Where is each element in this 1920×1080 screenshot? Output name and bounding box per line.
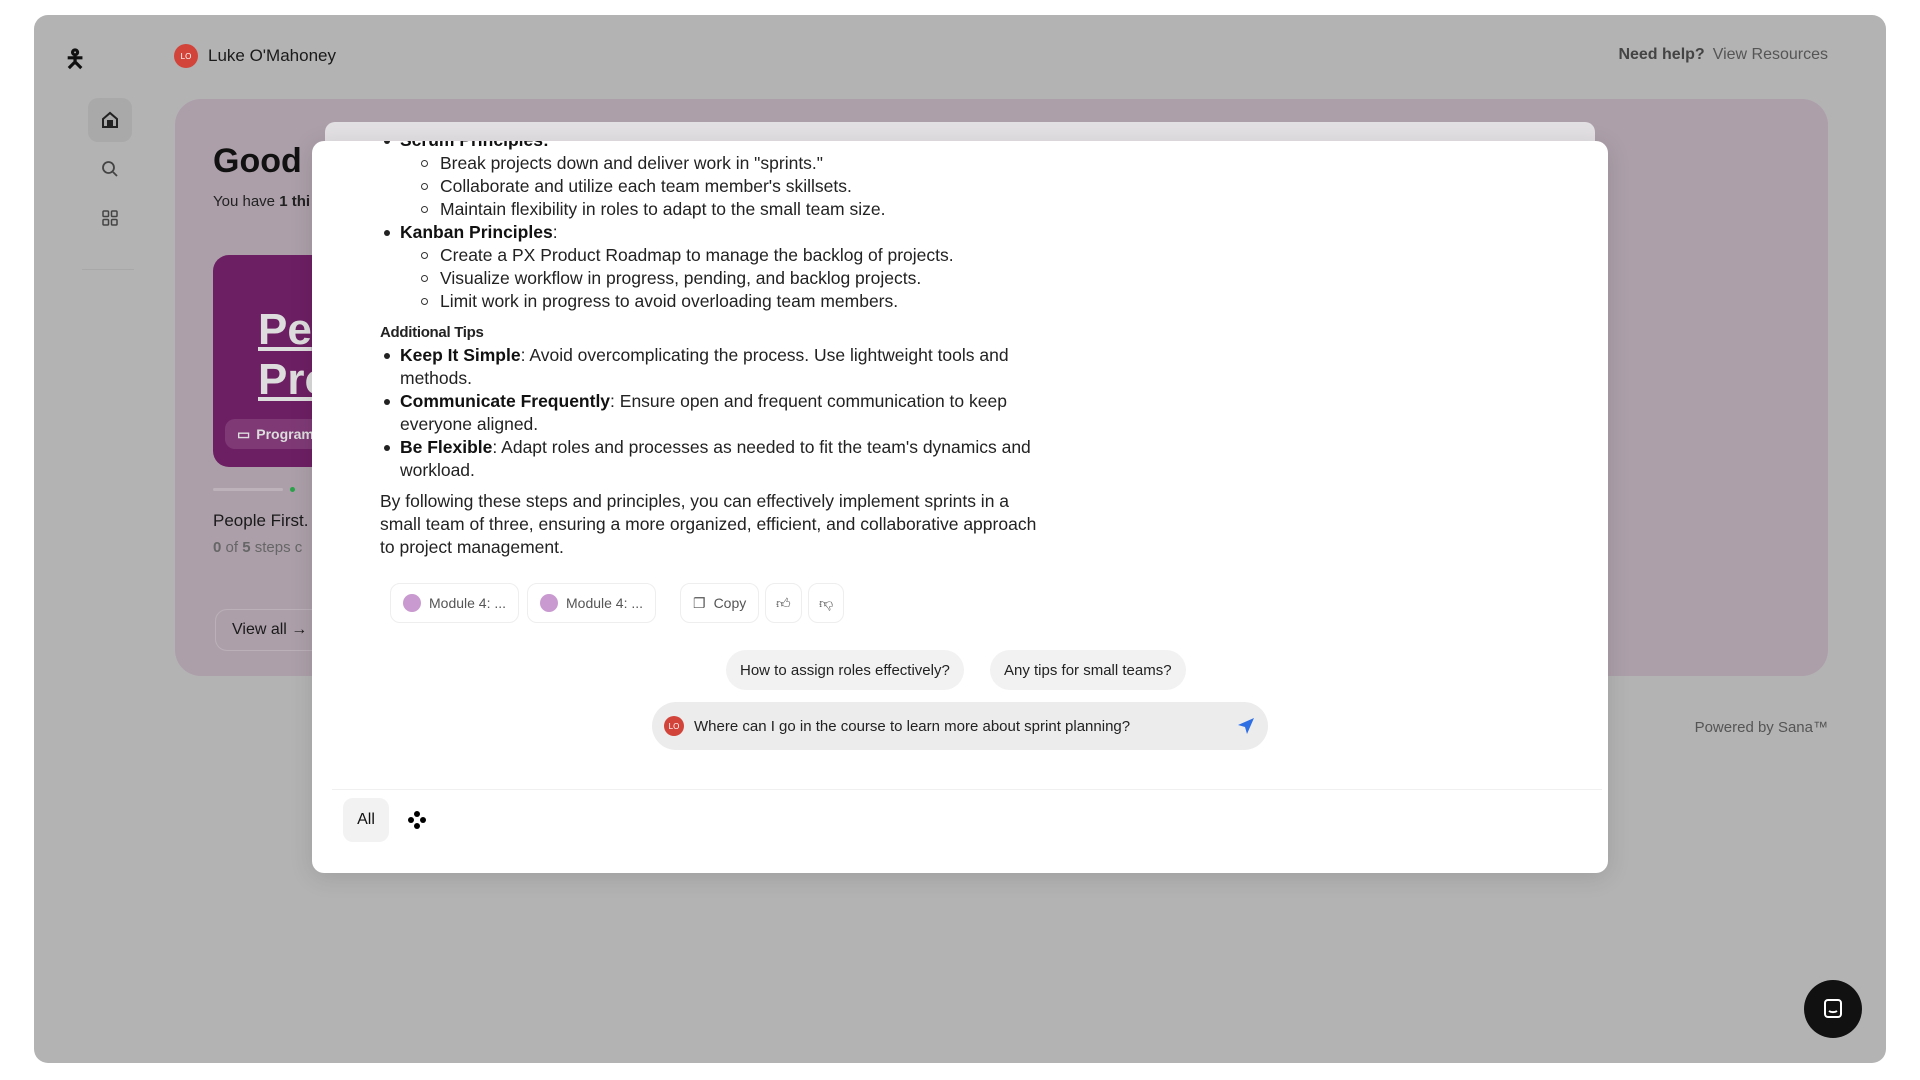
user-profile[interactable]: LO Luke O'Mahoney (174, 44, 336, 68)
avatar: LO (174, 44, 198, 68)
assistant-chat-modal: Scrum Principles: Break projects down an… (312, 141, 1608, 873)
carousel-progress (213, 488, 283, 491)
conclusion: By following these steps and principles,… (380, 491, 1037, 557)
calendar-icon: ▭ (237, 425, 251, 442)
sidebar-item-search[interactable] (88, 147, 132, 191)
sidebar-item-home[interactable] (88, 98, 132, 142)
search-icon (102, 161, 118, 177)
suggestion-chip[interactable]: How to assign roles effectively? (726, 650, 964, 690)
source-chip[interactable]: Module 4: ... (390, 583, 520, 623)
sidebar-item-catalog[interactable] (88, 196, 132, 240)
thumbs-down-button[interactable]: 👎︎ (808, 583, 845, 623)
carousel-dot[interactable] (290, 487, 295, 492)
send-icon[interactable] (1236, 716, 1256, 736)
logo-icon[interactable]: 🯅 (63, 42, 87, 73)
assistant-response: Scrum Principles: Break projects down an… (380, 141, 1040, 559)
divider (332, 789, 1602, 790)
module-icon (403, 594, 421, 612)
sidebar-divider (82, 269, 134, 270)
source-chip[interactable]: Module 4: ... (527, 583, 657, 623)
view-all-button[interactable]: View all → (215, 609, 325, 651)
sparkle-icon[interactable] (407, 810, 427, 830)
chat-input-text[interactable]: Where can I go in the course to learn mo… (694, 718, 1226, 735)
need-help-label: Need help? (1618, 46, 1705, 63)
greeting-subtitle: You have 1 thi (213, 193, 311, 210)
chat-icon (1824, 999, 1842, 1018)
course-name: People First. (213, 511, 309, 530)
home-icon (102, 111, 118, 128)
thumbs-up-button[interactable]: 👍︎ (765, 583, 802, 623)
chat-launcher-button[interactable] (1804, 980, 1862, 1038)
grid-icon (102, 210, 118, 226)
tips-heading: Additional Tips (380, 324, 484, 341)
user-name: Luke O'Mahoney (208, 46, 336, 65)
chat-input[interactable]: LO Where can I go in the course to learn… (652, 702, 1268, 750)
avatar: LO (664, 716, 684, 736)
clipboard-icon: ❐ (693, 594, 706, 611)
view-resources-link[interactable]: View Resources (1713, 46, 1828, 64)
thumbs-down-icon: 👎︎ (819, 594, 834, 611)
powered-by: Powered by Sana™ (1694, 719, 1828, 736)
thumbs-up-icon: 👍︎ (776, 594, 791, 611)
course-steps: 0 of 5 steps c (213, 539, 303, 556)
module-icon (540, 594, 558, 612)
filter-all-button[interactable]: All (343, 798, 389, 842)
copy-button[interactable]: ❐ Copy (680, 583, 760, 623)
course-tag: ▭ Program (225, 419, 326, 449)
suggestion-chip[interactable]: Any tips for small teams? (990, 650, 1186, 690)
